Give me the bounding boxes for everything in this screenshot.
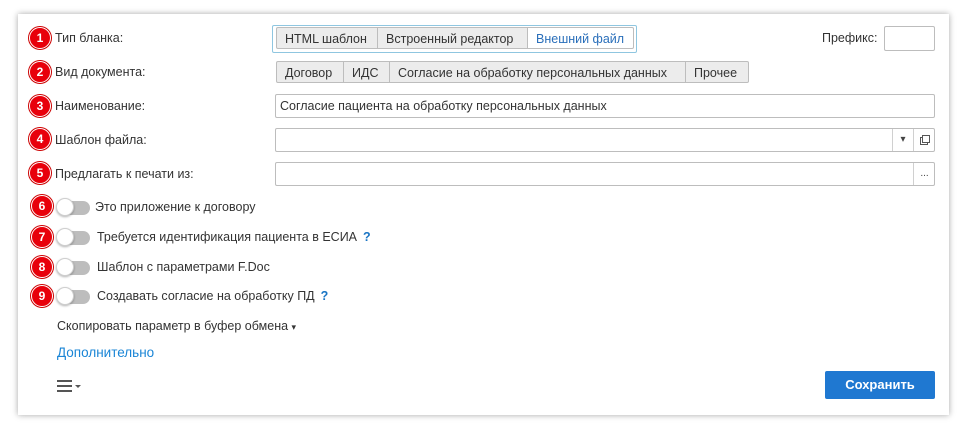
- doc-kind-selector: Договор ИДС Согласие на обработку персон…: [276, 61, 749, 83]
- badge-9: 9: [31, 285, 53, 307]
- menu-button[interactable]: [57, 379, 83, 393]
- more-link[interactable]: Дополнительно: [57, 345, 154, 360]
- pd-consent-toggle-label: Создавать согласие на обработку ПД: [97, 289, 315, 303]
- badge-7: 7: [31, 226, 53, 248]
- badge-4: 4: [29, 128, 51, 150]
- badge-6: 6: [31, 195, 53, 217]
- badge-5: 5: [29, 162, 51, 184]
- appendix-toggle[interactable]: [56, 198, 90, 216]
- doc-kind-other[interactable]: Прочее: [686, 61, 749, 83]
- toggle-knob: [56, 198, 74, 216]
- select-button[interactable]: ...: [913, 163, 935, 185]
- esia-help-icon[interactable]: ?: [363, 230, 371, 244]
- form-type-label: Тип бланка:: [55, 31, 124, 45]
- badge-3: 3: [29, 95, 51, 117]
- name-label: Наименование:: [55, 99, 146, 113]
- form-type-builtin-editor[interactable]: Встроенный редактор: [378, 27, 528, 49]
- form-type-external-file[interactable]: Внешний файл: [528, 27, 634, 49]
- print-from-label: Предлагать к печати из:: [55, 167, 194, 181]
- hamburger-menu-icon: [57, 380, 81, 392]
- chevron-down-icon: ▾: [291, 322, 297, 332]
- doc-kind-pd-consent[interactable]: Согласие на обработку персональных данны…: [390, 61, 686, 83]
- doc-kind-contract[interactable]: Договор: [276, 61, 344, 83]
- copy-param-dropdown[interactable]: Скопировать параметр в буфер обмена ▾: [57, 319, 296, 333]
- toggle-knob: [56, 228, 74, 246]
- badge-2: 2: [29, 61, 51, 83]
- copy-param-label: Скопировать параметр в буфер обмена: [57, 319, 289, 333]
- pd-consent-label-wrap: Создавать согласие на обработку ПД?: [97, 289, 328, 303]
- open-button[interactable]: [913, 129, 935, 151]
- badge-8: 8: [31, 256, 53, 278]
- badge-1: 1: [29, 27, 51, 49]
- form-type-selector: HTML шаблон Встроенный редактор Внешний …: [276, 27, 634, 49]
- save-button[interactable]: Сохранить: [825, 371, 935, 399]
- fdoc-toggle-label: Шаблон с параметрами F.Doc: [97, 260, 270, 274]
- chevron-down-icon: ▾: [900, 134, 906, 145]
- ellipsis-icon: ...: [920, 168, 929, 179]
- dropdown-button[interactable]: ▾: [892, 129, 913, 151]
- template-file-label: Шаблон файла:: [55, 133, 147, 147]
- pd-consent-toggle[interactable]: [56, 287, 90, 305]
- doc-kind-ids[interactable]: ИДС: [344, 61, 390, 83]
- prefix-input[interactable]: [884, 26, 935, 51]
- template-file-input[interactable]: ▾: [275, 128, 935, 152]
- toggle-knob: [56, 287, 74, 305]
- fdoc-toggle[interactable]: [56, 258, 90, 276]
- print-from-input[interactable]: ...: [275, 162, 935, 186]
- appendix-toggle-label: Это приложение к договору: [95, 200, 256, 214]
- esia-toggle-label-wrap: Требуется идентификация пациента в ЕСИА?: [97, 230, 371, 244]
- toggle-knob: [56, 258, 74, 276]
- doc-kind-label: Вид документа:: [55, 65, 146, 79]
- form-type-html-template[interactable]: HTML шаблон: [276, 27, 378, 49]
- esia-toggle[interactable]: [56, 228, 90, 246]
- esia-toggle-label: Требуется идентификация пациента в ЕСИА: [97, 230, 358, 244]
- pd-consent-help-icon[interactable]: ?: [321, 289, 329, 303]
- name-input[interactable]: Согласие пациента на обработку персональ…: [275, 94, 935, 118]
- prefix-label: Префикс:: [822, 31, 878, 45]
- open-window-icon: [919, 135, 930, 145]
